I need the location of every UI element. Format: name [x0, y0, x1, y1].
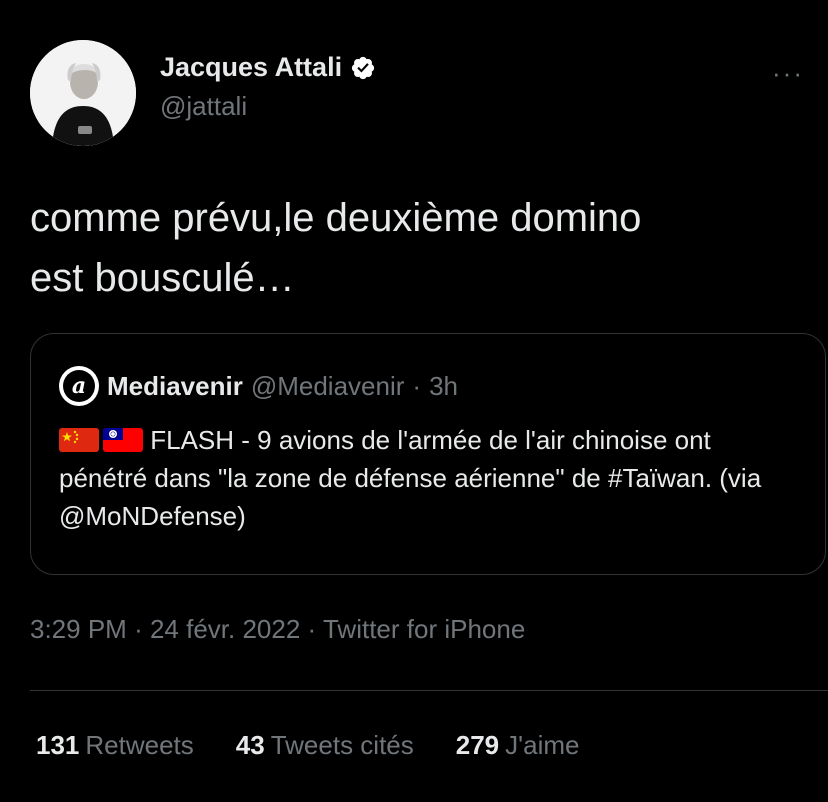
quote-tweets-stat[interactable]: 43 Tweets cités	[236, 730, 414, 761]
mediavenir-logo-icon: a	[59, 366, 99, 406]
author-block: Jacques Attali @jattali	[160, 52, 376, 122]
tweet-time[interactable]: 3:29 PM	[30, 614, 127, 644]
tweet-text-line: comme prévu,le deuxième domino	[30, 196, 642, 240]
quoted-tweet-body: FLASH - 9 avions de l'armée de l'air chi…	[59, 425, 762, 531]
retweets-stat[interactable]: 131 Retweets	[36, 730, 194, 761]
tweet-source[interactable]: Twitter for iPhone	[323, 614, 525, 644]
quoted-tweet-card[interactable]: a Mediavenir @Mediavenir · 3h FLASH - 9 …	[30, 333, 826, 575]
author-handle[interactable]: @jattali	[160, 91, 376, 122]
retweets-label: Retweets	[85, 730, 194, 760]
quoted-tweet-text: FLASH - 9 avions de l'armée de l'air chi…	[59, 422, 799, 536]
timestamp-separator: ·	[134, 614, 143, 644]
retweets-count: 131	[36, 730, 80, 760]
tweet-text-line: est bousculé…	[30, 256, 295, 300]
quoted-author-handle: @Mediavenir	[250, 370, 405, 401]
quoted-tweet-header: a Mediavenir @Mediavenir · 3h	[59, 366, 458, 406]
likes-label: J'aime	[505, 730, 580, 760]
likes-count: 279	[455, 730, 500, 760]
meta-separator: ·	[412, 370, 422, 401]
china-flag-icon	[59, 428, 99, 452]
author-name[interactable]: Jacques Attali	[160, 52, 342, 83]
quoted-author-name[interactable]: Mediavenir	[107, 371, 243, 402]
avatar-photo	[30, 40, 136, 146]
taiwan-flag-icon	[103, 428, 143, 452]
logo-letter: a	[63, 370, 95, 402]
quoted-tweet-time[interactable]: 3h	[429, 371, 458, 402]
likes-stat[interactable]: 279 J'aime	[456, 730, 580, 761]
tweet-date[interactable]: 24 févr. 2022	[150, 614, 300, 644]
divider	[30, 690, 828, 691]
engagement-stats: 131 Retweets 43 Tweets cités 279 J'aime	[36, 730, 579, 761]
quote-tweets-count: 43	[235, 730, 265, 760]
verified-badge-icon	[351, 56, 375, 79]
quote-tweets-label: Tweets cités	[270, 730, 414, 760]
author-name-row: Jacques Attali	[160, 52, 376, 83]
more-options-icon[interactable]: ···	[772, 58, 804, 89]
tweet-timestamp: 3:29 PM · 24 févr. 2022 · Twitter for iP…	[30, 614, 525, 645]
timestamp-separator: ·	[307, 614, 317, 644]
tweet-text: comme prévu,le deuxième domino est bousc…	[30, 188, 820, 308]
avatar[interactable]	[30, 40, 136, 146]
